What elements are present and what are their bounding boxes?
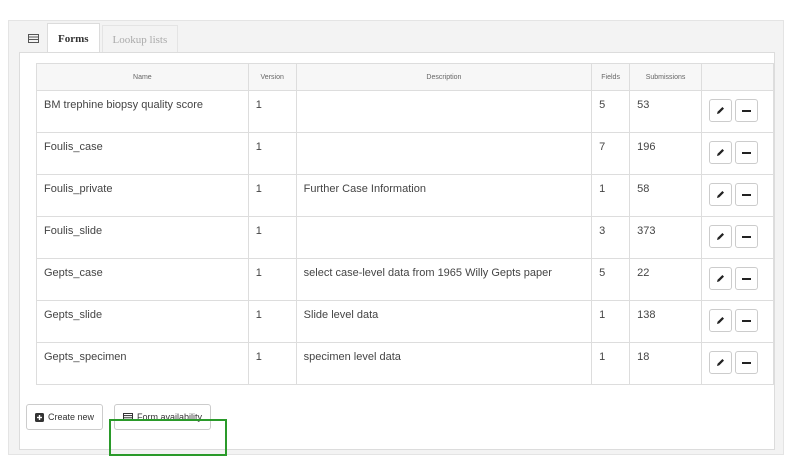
forms-panel: Name Version Description Fields Submissi…: [19, 52, 775, 450]
edit-button[interactable]: [709, 225, 733, 248]
cell-actions: [701, 132, 774, 175]
column-header-version[interactable]: Version: [247, 63, 297, 91]
table-header-row: Name Version Description Fields Submissi…: [36, 63, 774, 91]
edit-button[interactable]: [709, 309, 733, 332]
edit-button[interactable]: [709, 99, 733, 122]
pencil-icon: [716, 232, 725, 241]
create-new-button[interactable]: Create new: [26, 404, 104, 430]
cell-name: Foulis_private: [36, 174, 249, 217]
cell-submissions: 196: [629, 132, 703, 175]
minus-icon: [742, 277, 752, 280]
edit-button[interactable]: [709, 351, 733, 374]
cell-description: [295, 216, 593, 259]
cell-name: Foulis_case: [36, 132, 249, 175]
cell-actions: [701, 90, 774, 133]
cell-fields: 3: [591, 216, 631, 259]
column-header-actions: [701, 63, 774, 91]
cell-actions: [701, 342, 774, 385]
remove-button[interactable]: [735, 225, 759, 248]
table-row: Gepts_specimen 1 specimen level data 1 18: [36, 342, 774, 385]
cell-description: select case-level data from 1965 Willy G…: [295, 258, 593, 301]
minus-icon: [742, 319, 752, 322]
cell-name: Gepts_slide: [36, 300, 249, 343]
remove-button[interactable]: [735, 141, 759, 164]
cell-fields: 5: [591, 90, 631, 133]
remove-button[interactable]: [735, 99, 759, 122]
cell-description: Further Case Information: [295, 174, 593, 217]
cell-name: Gepts_specimen: [36, 342, 249, 385]
table-row: Gepts_case 1 select case-level data from 1…: [36, 258, 774, 301]
cell-name: Gepts_case: [36, 258, 249, 301]
cell-submissions: 373: [629, 216, 703, 259]
remove-button[interactable]: [735, 309, 759, 332]
cell-submissions: 22: [629, 258, 703, 301]
forms-table: Name Version Description Fields Submissi…: [36, 63, 774, 385]
cell-submissions: 58: [629, 174, 703, 217]
pencil-icon: [716, 316, 725, 325]
remove-button[interactable]: [735, 351, 759, 374]
cell-fields: 5: [591, 258, 631, 301]
cell-submissions: 18: [629, 342, 703, 385]
tab-forms[interactable]: Forms: [47, 23, 100, 53]
cell-version: 1: [247, 258, 297, 301]
table-row: BM trephine biopsy quality score 1 5 53: [36, 90, 774, 133]
minus-icon: [742, 361, 752, 364]
minus-icon: [742, 109, 752, 112]
cell-fields: 1: [591, 300, 631, 343]
pencil-icon: [716, 358, 725, 367]
tab-bar: Forms Lookup lists: [19, 21, 179, 53]
column-header-fields[interactable]: Fields: [591, 63, 631, 91]
cell-fields: 7: [591, 132, 631, 175]
table-row: Foulis_slide 1 3 373: [36, 216, 774, 259]
cell-actions: [701, 174, 774, 217]
cell-version: 1: [247, 216, 297, 259]
plus-square-icon: [35, 412, 44, 422]
cell-submissions: 53: [629, 90, 703, 133]
pencil-icon: [716, 190, 725, 199]
cell-version: 1: [247, 90, 297, 133]
cell-description: specimen level data: [295, 342, 593, 385]
cell-name: Foulis_slide: [36, 216, 249, 259]
cell-version: 1: [247, 342, 297, 385]
cell-description: [295, 90, 593, 133]
table-row: Gepts_slide 1 Slide level data 1 138: [36, 300, 774, 343]
cell-description: Slide level data: [295, 300, 593, 343]
edit-button[interactable]: [709, 267, 733, 290]
column-header-description[interactable]: Description: [295, 63, 593, 91]
minus-icon: [742, 151, 752, 154]
table-row: Foulis_case 1 7 196: [36, 132, 774, 175]
table-row: Foulis_private 1 Further Case Information 1…: [36, 174, 774, 217]
table-icon: [19, 23, 47, 53]
cell-name: BM trephine biopsy quality score: [36, 90, 249, 133]
remove-button[interactable]: [735, 267, 759, 290]
remove-button[interactable]: [735, 183, 759, 206]
edit-button[interactable]: [709, 183, 733, 206]
edit-button[interactable]: [709, 141, 733, 164]
column-header-submissions[interactable]: Submissions: [629, 63, 703, 91]
pencil-icon: [716, 106, 725, 115]
cell-version: 1: [247, 300, 297, 343]
cell-actions: [701, 258, 774, 301]
column-header-name[interactable]: Name: [36, 63, 249, 91]
cell-actions: [701, 300, 774, 343]
pencil-icon: [716, 274, 725, 283]
pencil-icon: [716, 148, 725, 157]
cell-submissions: 138: [629, 300, 703, 343]
cell-fields: 1: [591, 174, 631, 217]
forms-container: Forms Lookup lists Name Version Descript…: [8, 20, 784, 455]
minus-icon: [742, 193, 752, 196]
form-availability-highlight: [109, 419, 227, 456]
cell-version: 1: [247, 132, 297, 175]
create-new-label: Create new: [48, 412, 95, 422]
tab-lookup-lists[interactable]: Lookup lists: [101, 25, 179, 53]
cell-actions: [701, 216, 774, 259]
cell-description: [295, 132, 593, 175]
minus-icon: [742, 235, 752, 238]
cell-fields: 1: [591, 342, 631, 385]
cell-version: 1: [247, 174, 297, 217]
